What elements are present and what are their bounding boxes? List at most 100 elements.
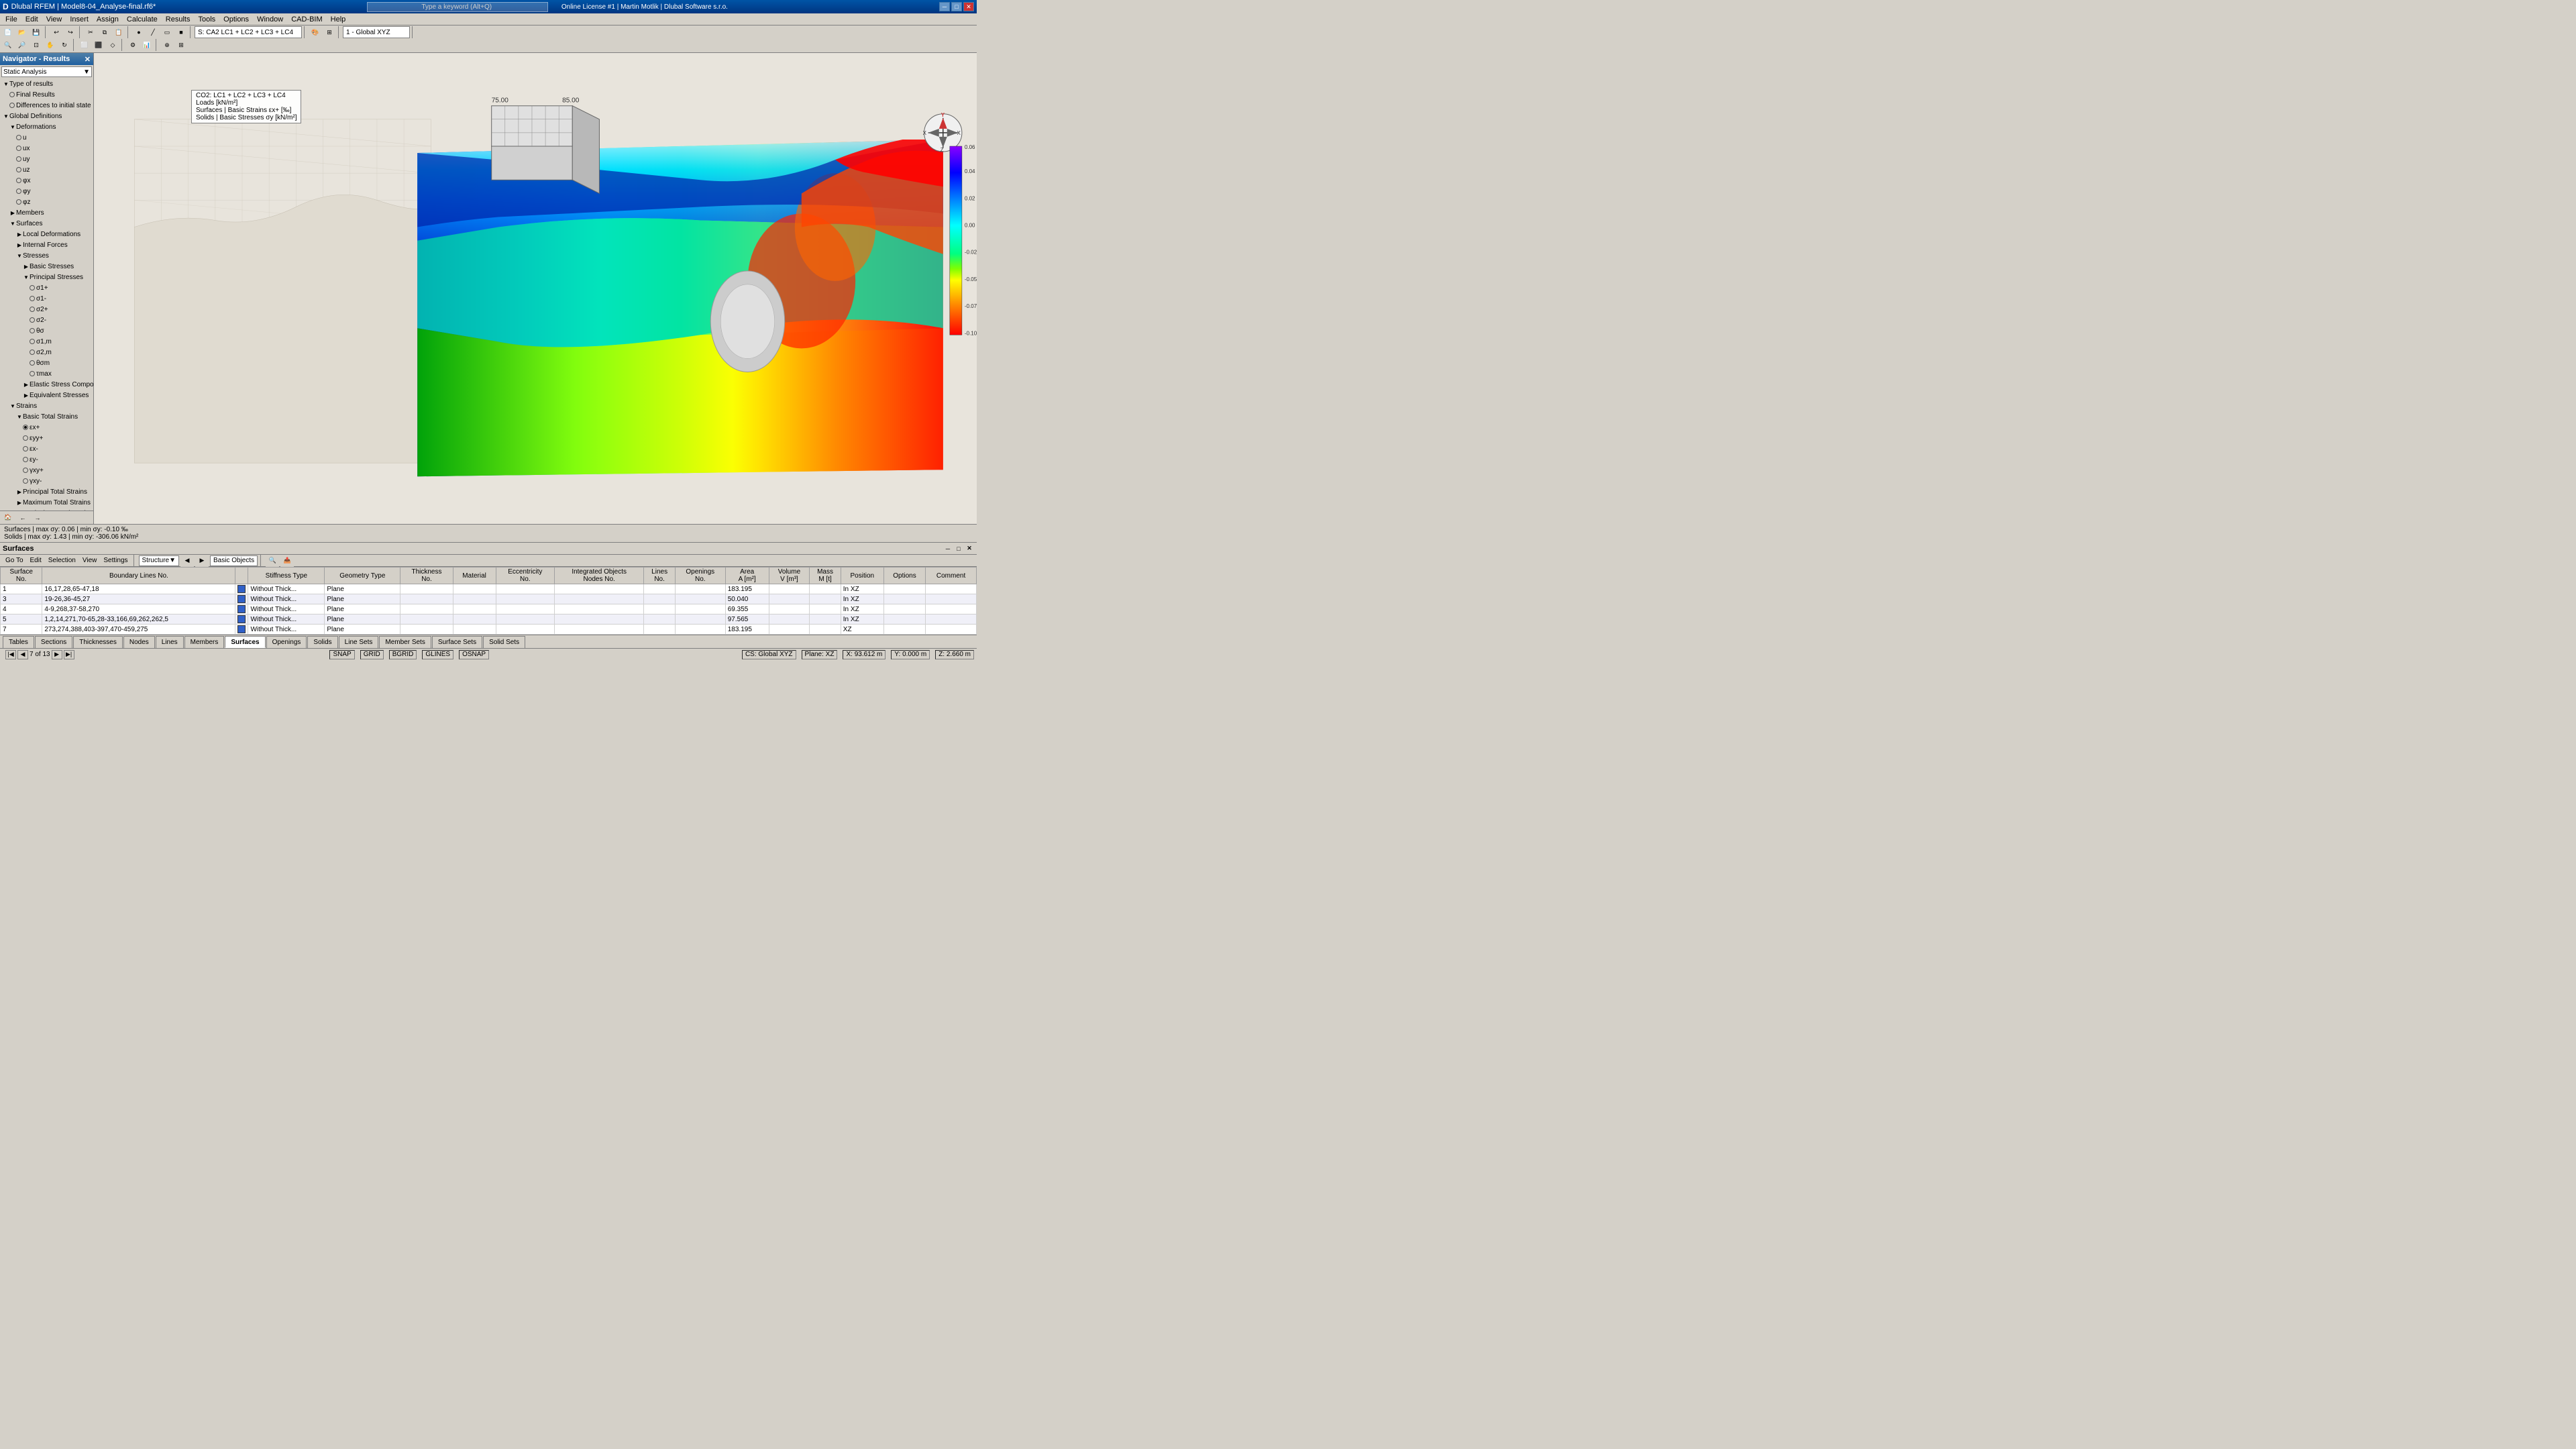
- paste-btn[interactable]: 📋: [112, 26, 125, 38]
- tree-item-20[interactable]: σ1-: [0, 293, 93, 304]
- edit-btn[interactable]: Edit: [28, 557, 44, 564]
- iso-view-btn[interactable]: ◇: [106, 39, 119, 51]
- search-box[interactable]: Type a keyword (Alt+Q): [367, 2, 548, 12]
- line-btn[interactable]: ╱: [146, 26, 160, 38]
- results-btn[interactable]: 📊: [140, 39, 154, 51]
- menu-item-calculate[interactable]: Calculate: [123, 15, 162, 24]
- results-prev-btn[interactable]: ◀: [180, 555, 194, 567]
- tree-item-23[interactable]: θσ: [0, 325, 93, 336]
- top-view-btn[interactable]: ⬛: [92, 39, 105, 51]
- tree-item-24[interactable]: σ1,m: [0, 336, 93, 347]
- view-btn[interactable]: View: [80, 557, 100, 564]
- basic-objects-dropdown[interactable]: Basic Objects: [210, 555, 258, 566]
- tree-item-30[interactable]: ▼Strains: [0, 400, 93, 411]
- tree-item-14[interactable]: ▶Local Deformations: [0, 229, 93, 239]
- navigator-close-icon[interactable]: ✕: [85, 55, 91, 64]
- table-row[interactable]: 116,17,28,65-47,18Without Thick...Plane1…: [1, 584, 977, 594]
- wire-btn[interactable]: ⊞: [323, 26, 336, 38]
- menu-item-window[interactable]: Window: [253, 15, 287, 24]
- undo-btn[interactable]: ↩: [50, 26, 63, 38]
- open-btn[interactable]: 📂: [15, 26, 29, 38]
- menu-item-assign[interactable]: Assign: [93, 15, 123, 24]
- surface-btn[interactable]: ▭: [160, 26, 174, 38]
- results-next-btn[interactable]: ▶: [195, 555, 209, 567]
- tree-item-19[interactable]: σ1+: [0, 282, 93, 293]
- nav-home-btn[interactable]: 🏠: [1, 512, 15, 524]
- tree-item-26[interactable]: θσm: [0, 358, 93, 368]
- render-btn[interactable]: 🎨: [309, 26, 322, 38]
- tree-item-0[interactable]: ▼Type of results: [0, 78, 93, 89]
- settings-btn[interactable]: Settings: [101, 557, 130, 564]
- tree-item-4[interactable]: ▼Deformations: [0, 121, 93, 132]
- table-row[interactable]: 44-9,268,37-58,270Without Thick...Plane6…: [1, 604, 977, 614]
- tree-item-8[interactable]: uz: [0, 164, 93, 175]
- tree-item-36[interactable]: γxy+: [0, 465, 93, 476]
- menu-item-insert[interactable]: Insert: [66, 15, 93, 24]
- selection-btn[interactable]: Selection: [46, 557, 78, 564]
- table-row[interactable]: 319-26,36-45,27Without Thick...Plane50.0…: [1, 594, 977, 604]
- next-page-btn[interactable]: ▶: [52, 650, 62, 659]
- tab-solid-sets[interactable]: Solid Sets: [483, 636, 525, 648]
- tree-item-22[interactable]: σ2-: [0, 315, 93, 325]
- grid-status[interactable]: GRID: [360, 650, 384, 659]
- tab-surfaces[interactable]: Surfaces: [225, 636, 265, 648]
- tree-item-21[interactable]: σ2+: [0, 304, 93, 315]
- tree-item-15[interactable]: ▶Internal Forces: [0, 239, 93, 250]
- snap-status[interactable]: SNAP: [329, 650, 354, 659]
- tree-item-3[interactable]: ▼Global Definitions: [0, 111, 93, 121]
- load-case-dropdown[interactable]: S: CA2 LC1 + LC2 + LC3 + LC4: [195, 26, 302, 38]
- save-btn[interactable]: 💾: [30, 26, 43, 38]
- snap-btn[interactable]: ⊕: [160, 39, 174, 51]
- display-settings-btn[interactable]: ⚙: [126, 39, 140, 51]
- tree-item-35[interactable]: εy-: [0, 454, 93, 465]
- tree-item-33[interactable]: εyy+: [0, 433, 93, 443]
- tree-item-25[interactable]: σ2,m: [0, 347, 93, 358]
- grid-btn[interactable]: ⊞: [174, 39, 188, 51]
- tree-item-38[interactable]: ▶Principal Total Strains: [0, 486, 93, 497]
- prev-page-btn[interactable]: ◀: [17, 650, 28, 659]
- table-row[interactable]: 51,2,14,271,70-65,28-33,166,69,262,262,5…: [1, 614, 977, 625]
- tree-item-7[interactable]: uy: [0, 154, 93, 164]
- tab-nodes[interactable]: Nodes: [123, 636, 155, 648]
- tree-item-29[interactable]: ▶Equivalent Stresses: [0, 390, 93, 400]
- maximize-button[interactable]: □: [951, 2, 962, 11]
- nav-fwd-btn[interactable]: →: [31, 512, 44, 524]
- cut-btn[interactable]: ✂: [84, 26, 97, 38]
- menu-item-view[interactable]: View: [42, 15, 66, 24]
- glines-status[interactable]: GLINES: [422, 650, 453, 659]
- menu-item-results[interactable]: Results: [162, 15, 195, 24]
- bgrid-status[interactable]: BGRID: [389, 650, 417, 659]
- zoom-out-btn[interactable]: 🔎: [15, 39, 29, 51]
- menu-item-cad-bim[interactable]: CAD-BIM: [287, 15, 326, 24]
- tab-line-sets[interactable]: Line Sets: [339, 636, 379, 648]
- close-button[interactable]: ✕: [963, 2, 974, 11]
- tree-item-18[interactable]: ▼Principal Stresses: [0, 272, 93, 282]
- menu-item-options[interactable]: Options: [219, 15, 253, 24]
- tab-thicknesses[interactable]: Thicknesses: [73, 636, 123, 648]
- filter-btn[interactable]: 🔍: [266, 555, 279, 567]
- nav-back-btn[interactable]: ←: [16, 512, 30, 524]
- tree-item-10[interactable]: φy: [0, 186, 93, 197]
- menu-item-help[interactable]: Help: [327, 15, 350, 24]
- goto-btn[interactable]: Go To: [3, 557, 26, 564]
- osnap-status[interactable]: OSNAP: [459, 650, 489, 659]
- results-close-btn[interactable]: ✕: [965, 544, 974, 553]
- last-page-btn[interactable]: ▶|: [64, 650, 74, 659]
- tab-solids[interactable]: Solids: [307, 636, 337, 648]
- tab-openings[interactable]: Openings: [266, 636, 307, 648]
- tab-members[interactable]: Members: [184, 636, 225, 648]
- copy-btn[interactable]: ⧉: [98, 26, 111, 38]
- tab-sections[interactable]: Sections: [35, 636, 72, 648]
- results-minimize-btn[interactable]: ─: [943, 544, 953, 553]
- view-dropdown[interactable]: 1 - Global XYZ: [343, 26, 410, 38]
- table-row[interactable]: 7273,274,388,403-397,470-459,275Without …: [1, 625, 977, 635]
- tree-item-6[interactable]: ux: [0, 143, 93, 154]
- menu-item-file[interactable]: File: [1, 15, 21, 24]
- analysis-combo[interactable]: Static Analysis ▼: [1, 66, 92, 77]
- tree-item-17[interactable]: ▶Basic Stresses: [0, 261, 93, 272]
- menu-item-edit[interactable]: Edit: [21, 15, 42, 24]
- tab-member-sets[interactable]: Member Sets: [379, 636, 431, 648]
- zoom-in-btn[interactable]: 🔍: [1, 39, 15, 51]
- first-page-btn[interactable]: |◀: [5, 650, 16, 659]
- tree-item-37[interactable]: γxy-: [0, 476, 93, 486]
